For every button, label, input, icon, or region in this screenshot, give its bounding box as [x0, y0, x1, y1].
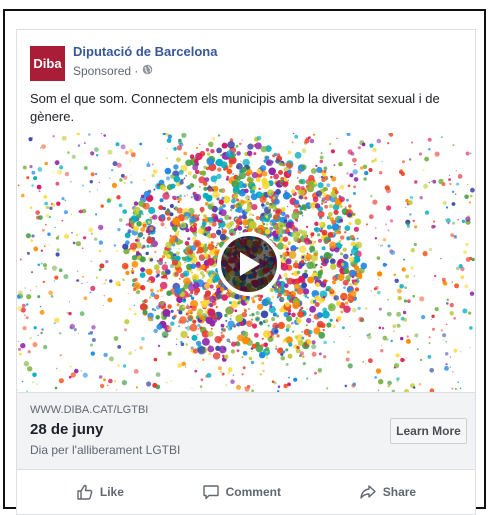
ad-frame: Diba Diputació de Barcelona Sponsored · … [3, 9, 486, 515]
logo-text: Diba [33, 56, 62, 71]
share-label: Share [382, 485, 417, 499]
play-button[interactable] [217, 232, 281, 296]
share-icon [360, 485, 376, 499]
like-button[interactable]: Like [76, 483, 124, 501]
comment-icon [202, 485, 219, 500]
sponsored-post: Diba Diputació de Barcelona Sponsored · … [16, 29, 476, 515]
share-button[interactable]: Share [359, 483, 416, 501]
sponsored-label[interactable]: Sponsored · [73, 64, 138, 78]
link-domain: WWW.DIBA.CAT/LGTBI [30, 404, 149, 416]
link-preview[interactable]: WWW.DIBA.CAT/LGTBI 28 de juny Dia per l'… [17, 392, 475, 470]
comment-button[interactable]: Comment [202, 483, 281, 501]
page-logo[interactable]: Diba [30, 46, 65, 81]
post-meta: Sponsored · [73, 64, 153, 78]
post-header: Diba Diputació de Barcelona Sponsored · [30, 42, 465, 82]
link-description: Dia per l'alliberament LGTBI [30, 443, 181, 457]
comment-label: Comment [225, 485, 281, 499]
like-label: Like [99, 485, 124, 499]
post-actions: Like Comment Share [17, 470, 475, 514]
video-thumbnail[interactable] [17, 133, 475, 392]
learn-more-button[interactable]: Learn More [390, 418, 467, 444]
page-name-link[interactable]: Diputació de Barcelona [73, 44, 217, 59]
link-headline: 28 de juny [30, 421, 104, 438]
post-caption: Som el que som. Connectem els municipis … [30, 91, 440, 124]
thumbs-up-icon [77, 484, 93, 500]
globe-icon [142, 64, 153, 78]
play-icon [240, 252, 260, 276]
